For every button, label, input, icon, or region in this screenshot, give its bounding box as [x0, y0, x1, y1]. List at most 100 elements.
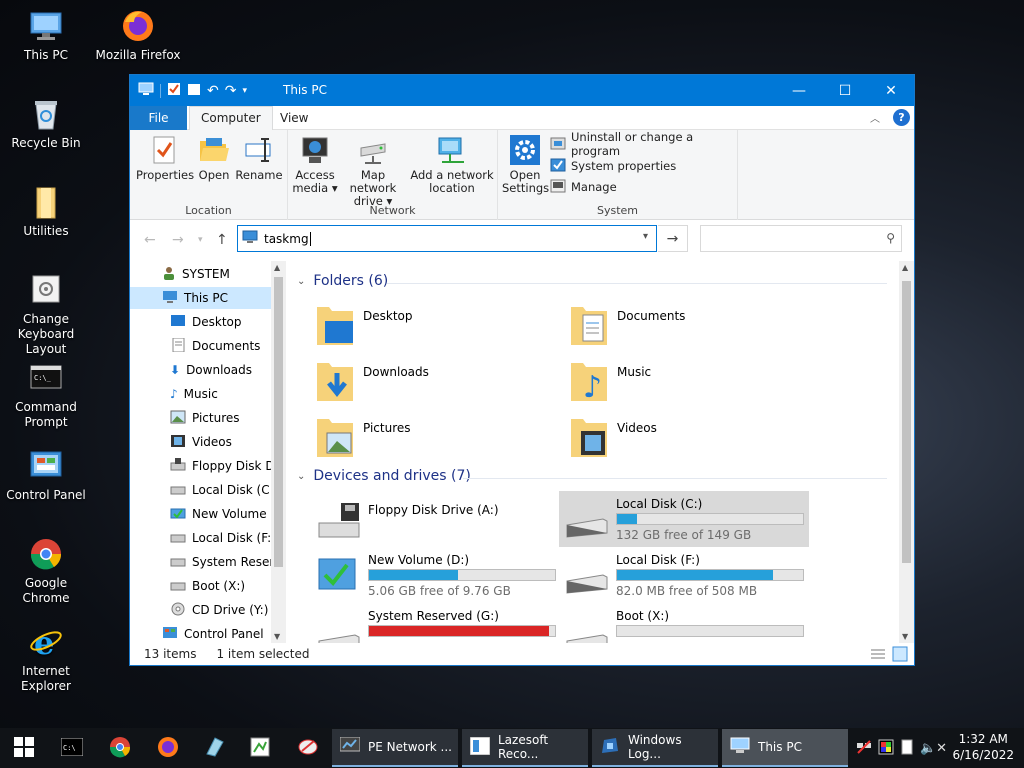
nav-item-local-disk-c[interactable]: Local Disk (C:) [130, 479, 278, 501]
taskbar-command-prompt[interactable]: C:\ [52, 732, 92, 764]
customize-toolbar-icon[interactable]: ▾ [242, 86, 247, 96]
properties-icon[interactable] [167, 82, 181, 99]
new-folder-icon[interactable] [187, 82, 201, 99]
taskbar-app-recovery[interactable] [288, 732, 328, 764]
address-input[interactable]: taskmg [264, 232, 309, 246]
taskbar-app-tool[interactable] [194, 732, 234, 764]
minimize-button[interactable]: — [776, 75, 822, 106]
nav-item-videos[interactable]: Videos [130, 431, 271, 453]
open-settings-button[interactable]: Open Settings [502, 134, 549, 195]
address-row: ← → ▾ ↑ taskmg ▾ → ⚲ [130, 220, 914, 260]
folder-music[interactable]: ♪ Music [569, 357, 809, 409]
network-tray-icon[interactable] [856, 739, 872, 758]
nav-item-local-disk-f[interactable]: Local Disk (F:) [130, 527, 276, 549]
scroll-up-icon[interactable]: ▲ [274, 263, 280, 272]
tab-view[interactable]: View [280, 111, 308, 125]
uninstall-program-button[interactable]: Uninstall or change a program [550, 130, 737, 158]
details-view-icon[interactable] [870, 647, 886, 664]
map-network-drive-button[interactable]: Map network drive ▾ [338, 134, 408, 208]
scroll-down-icon[interactable]: ▼ [902, 632, 908, 641]
folder-desktop[interactable]: Desktop [315, 301, 555, 353]
start-button[interactable] [4, 732, 44, 764]
desktop-icon-recycle-bin[interactable]: Recycle Bin [0, 96, 92, 151]
scroll-up-icon[interactable]: ▲ [902, 263, 908, 272]
folders-section-header[interactable]: ⌄ Folders (6) [297, 273, 388, 289]
scroll-thumb[interactable] [902, 281, 911, 563]
forward-button[interactable]: → [172, 232, 184, 248]
task-lazesoft[interactable]: Lazesoft Reco... [462, 729, 588, 767]
taskbar-firefox[interactable] [148, 732, 188, 764]
task-windows-login[interactable]: Windows Log... [592, 729, 718, 767]
system-properties-button[interactable]: System properties [550, 156, 676, 176]
maximize-button[interactable]: ☐ [822, 75, 868, 106]
scroll-down-icon[interactable]: ▼ [274, 632, 280, 641]
title-bar[interactable]: ↶ ↷ ▾ This PC — ☐ ✕ [130, 75, 914, 106]
drive-new-volume-d[interactable]: New Volume (D:) 5.06 GB free of 9.76 GB [311, 547, 561, 603]
nav-item-system[interactable]: SYSTEM [130, 263, 271, 285]
folder-documents[interactable]: Documents [569, 301, 809, 353]
large-icons-view-icon[interactable] [892, 646, 908, 665]
desktop-icon-control-panel[interactable]: Control Panel [0, 448, 92, 503]
recent-locations-button[interactable]: ▾ [198, 235, 203, 245]
drive-boot-x[interactable]: Boot (X:) [559, 603, 809, 643]
help-icon[interactable]: ? [893, 109, 910, 126]
address-dropdown-icon[interactable]: ▾ [643, 231, 648, 242]
folder-downloads[interactable]: Downloads [315, 357, 555, 409]
manage-button[interactable]: Manage [550, 177, 617, 197]
search-box[interactable]: ⚲ [700, 225, 902, 252]
properties-button[interactable]: Properties [136, 134, 194, 182]
go-button[interactable]: → [658, 225, 688, 252]
folder-videos[interactable]: Videos [569, 413, 809, 465]
desktop-icon-command-prompt[interactable]: C:\_ Command Prompt [0, 360, 92, 430]
access-media-button[interactable]: Access media ▾ [292, 134, 338, 195]
usb-tray-icon[interactable] [900, 739, 914, 758]
drive-local-disk-c[interactable]: Local Disk (C:) 132 GB free of 149 GB [559, 491, 809, 547]
tab-computer[interactable]: Computer [189, 106, 273, 131]
lazesoft-icon [469, 736, 491, 758]
drives-section-header[interactable]: ⌄ Devices and drives (7) [297, 468, 471, 484]
undo-icon[interactable]: ↶ [207, 83, 219, 99]
nav-pane-scrollbar[interactable]: ▲ ▼ [271, 261, 286, 643]
open-button[interactable]: Open [194, 134, 234, 182]
nav-item-documents[interactable]: Documents [130, 335, 271, 357]
nav-item-floppy[interactable]: Floppy Disk Dri [130, 455, 283, 477]
collapse-ribbon-icon[interactable]: ︿ [870, 110, 880, 125]
folder-pictures[interactable]: Pictures [315, 413, 555, 465]
add-network-location-button[interactable]: Add a network location [410, 134, 494, 195]
nav-item-control-panel[interactable]: Control Panel [130, 623, 271, 643]
content-scrollbar[interactable]: ▲ ▼ [899, 261, 914, 643]
display-tray-icon[interactable] [878, 739, 894, 758]
scroll-thumb[interactable] [274, 277, 283, 567]
desktop-icon-internet-explorer[interactable]: e Internet Explorer [0, 624, 92, 694]
desktop-icon-keyboard-layout[interactable]: Change Keyboard Layout [0, 272, 92, 357]
drive-system-reserved-g[interactable]: System Reserved (G:) [311, 603, 561, 643]
nav-item-system-reserved[interactable]: System Reserve [130, 551, 286, 573]
nav-item-boot-x[interactable]: Boot (X:) [130, 575, 271, 597]
volume-muted-icon[interactable]: 🔈✕ [920, 741, 947, 756]
drive-local-disk-f[interactable]: Local Disk (F:) 82.0 MB free of 508 MB [559, 547, 809, 603]
up-button[interactable]: ↑ [216, 232, 228, 248]
nav-item-music[interactable]: ♪ Music [130, 383, 271, 405]
back-button[interactable]: ← [144, 232, 156, 248]
address-bar[interactable]: taskmg ▾ [237, 225, 657, 252]
task-pe-network[interactable]: PE Network ... [332, 729, 458, 767]
rename-button[interactable]: Rename [234, 134, 284, 182]
desktop-icon-utilities[interactable]: Utilities [0, 184, 92, 239]
desktop-icon-chrome[interactable]: Google Chrome [0, 536, 92, 606]
nav-item-cd-drive[interactable]: CD Drive (Y:) H [130, 599, 281, 621]
nav-item-new-volume-d[interactable]: New Volume (D [130, 503, 284, 525]
nav-item-downloads[interactable]: ⬇ Downloads [130, 359, 271, 381]
close-button[interactable]: ✕ [868, 75, 914, 106]
nav-item-this-pc[interactable]: This PC [130, 287, 271, 309]
nav-item-desktop[interactable]: Desktop [130, 311, 271, 333]
nav-item-pictures[interactable]: Pictures [130, 407, 271, 429]
desktop-icon-this-pc[interactable]: This PC [0, 8, 92, 63]
tab-file[interactable]: File [130, 106, 187, 130]
drive-floppy-a[interactable]: Floppy Disk Drive (A:) [311, 497, 561, 553]
taskbar-app-editor[interactable] [240, 732, 280, 764]
clock[interactable]: 1:32 AM 6/16/2022 [952, 731, 1014, 763]
desktop-icon-firefox[interactable]: Mozilla Firefox [92, 8, 184, 63]
redo-icon[interactable]: ↷ [225, 83, 237, 99]
task-this-pc[interactable]: This PC [722, 729, 848, 767]
taskbar-chrome[interactable] [100, 732, 140, 764]
